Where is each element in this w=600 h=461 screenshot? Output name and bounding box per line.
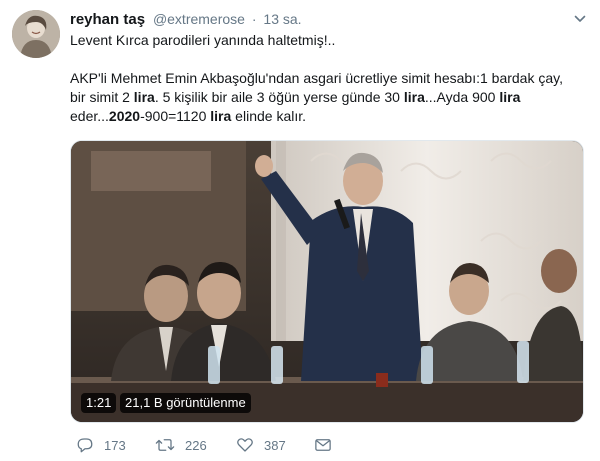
reply-count: 173 <box>104 437 126 453</box>
tweet-intro: Levent Kırca parodileri yanında haltetmi… <box>70 32 336 48</box>
tweet-menu-button[interactable] <box>574 13 586 25</box>
avatar[interactable] <box>12 10 60 58</box>
highlighted-word: lira <box>403 89 425 105</box>
avatar-photo <box>12 10 60 58</box>
envelope-icon <box>315 439 331 451</box>
user-handle[interactable]: @extremerose <box>153 11 245 27</box>
highlighted-word: 2020 <box>108 108 141 124</box>
text-segment: -900=1120 <box>140 108 211 124</box>
tweet-body-line-1: AKP'li Mehmet Emin Akbaşoğlu'ndan asgari… <box>70 70 563 86</box>
like-count: 387 <box>264 437 286 453</box>
user-display-name[interactable]: reyhan taş <box>70 11 145 28</box>
direct-message-button[interactable] <box>314 434 332 456</box>
retweet-button[interactable]: 226 <box>155 434 207 456</box>
text-segment: eder... <box>70 108 109 124</box>
like-button[interactable]: 387 <box>236 434 286 456</box>
retweet-count: 226 <box>185 437 207 453</box>
highlighted-word: lira <box>499 89 521 105</box>
tweet-body-line-3: eder...2020-900=1120 lira elinde kalır. <box>70 107 585 126</box>
reply-icon <box>77 438 93 453</box>
highlighted-word: lira <box>210 108 232 124</box>
tweet-text: Levent Kırca parodileri yanında haltetmi… <box>70 31 585 126</box>
tweet: reyhan taş @extremerose · 13 sa. Levent … <box>0 0 600 461</box>
highlighted-word: lira <box>133 89 155 105</box>
video-duration-badge: 1:21 <box>81 393 117 413</box>
separator-dot: · <box>251 11 257 27</box>
tweet-body-line-2: bir simit 2 lira. 5 kişilik bir aile 3 ö… <box>70 88 585 107</box>
text-segment: ...Ayda 900 <box>424 89 500 105</box>
video-player[interactable]: 1:21 21,1 B görüntülenme <box>70 140 584 423</box>
tweet-timestamp[interactable]: 13 sa. <box>263 11 301 27</box>
text-segment: elinde kalır. <box>231 108 307 124</box>
video-frame <box>71 141 583 422</box>
text-segment: bir simit 2 <box>70 89 134 105</box>
retweet-icon <box>155 439 175 451</box>
heart-icon <box>237 438 253 452</box>
tweet-header: reyhan taş @extremerose · 13 sa. <box>70 9 302 30</box>
video-views-badge: 21,1 B görüntülenme <box>120 393 251 413</box>
text-segment: . 5 kişilik bir aile 3 öğün yerse günde … <box>154 89 404 105</box>
reply-button[interactable]: 173 <box>76 434 126 456</box>
chevron-down-icon <box>574 15 586 22</box>
